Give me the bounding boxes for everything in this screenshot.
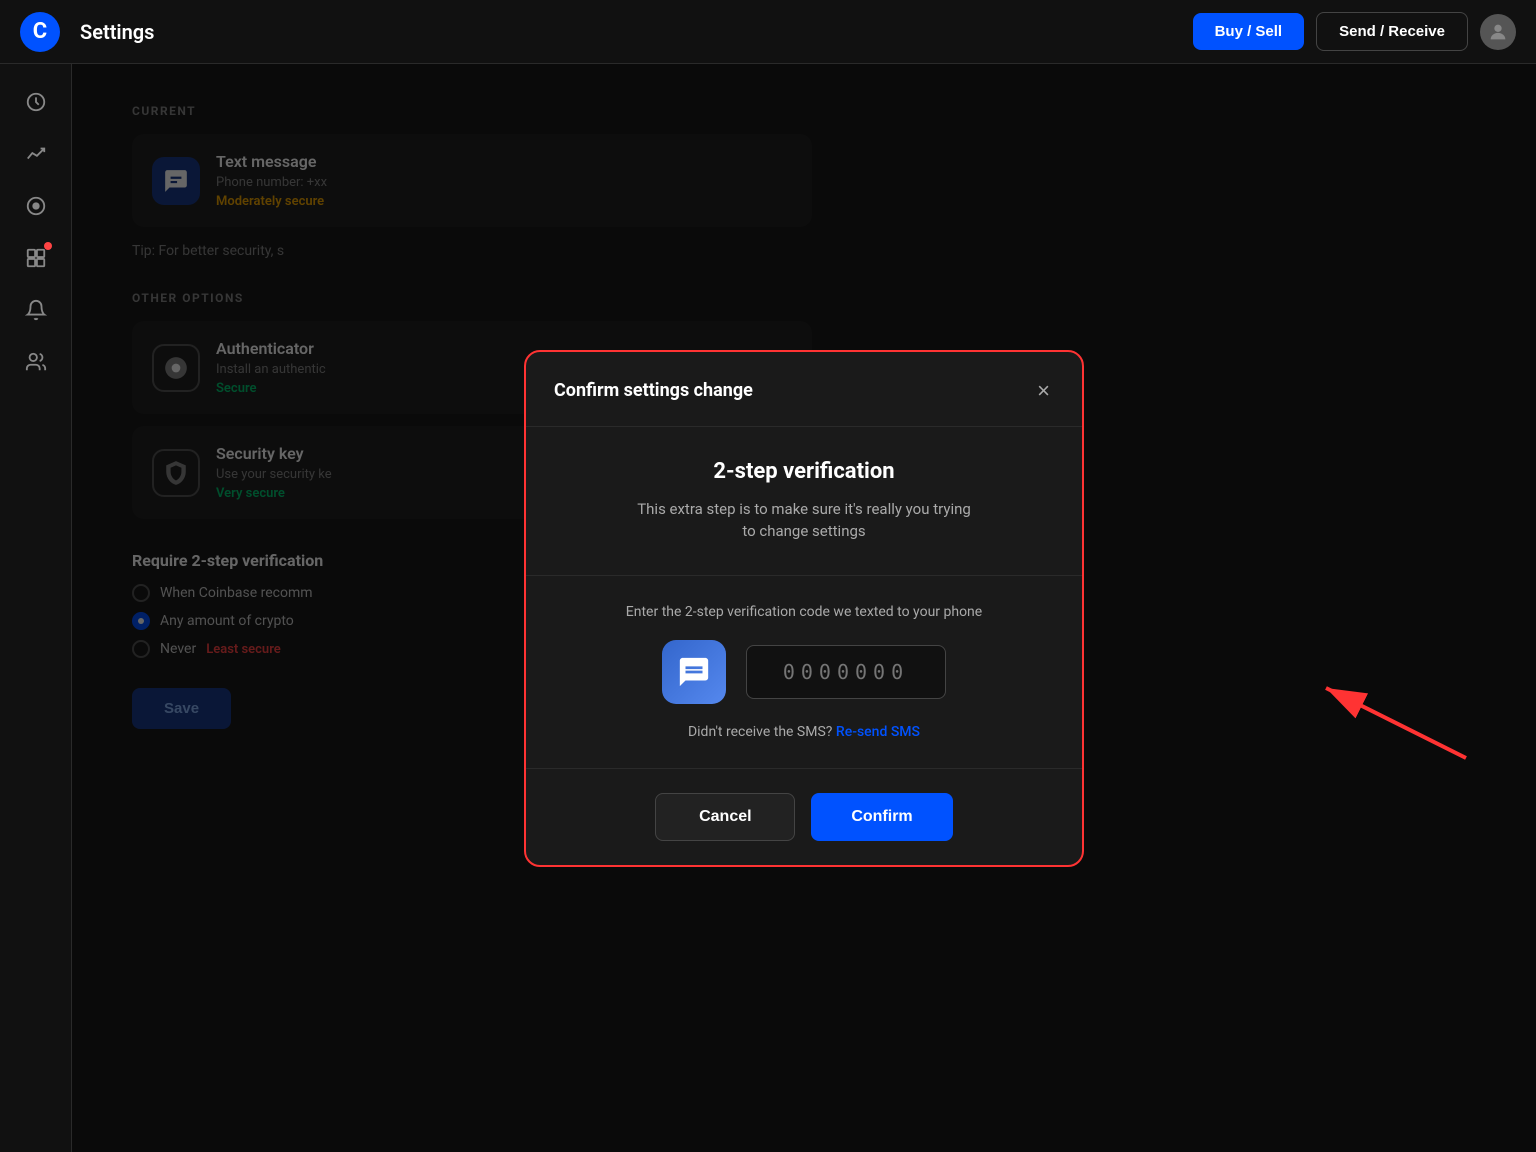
modal-footer: Cancel Confirm xyxy=(526,769,1082,865)
buy-sell-button[interactable]: Buy / Sell xyxy=(1193,13,1305,50)
send-receive-button[interactable]: Send / Receive xyxy=(1316,12,1468,51)
sidebar-item-gauge[interactable] xyxy=(14,184,58,228)
coinbase-logo: C xyxy=(20,12,60,52)
resend-link[interactable]: Re-send SMS xyxy=(836,724,920,740)
header: C Settings Buy / Sell Send / Receive xyxy=(0,0,1536,64)
page-title: Settings xyxy=(80,20,1193,44)
red-arrow-indicator xyxy=(1296,668,1476,772)
modal-step-title: 2-step verification xyxy=(554,459,1054,484)
avatar[interactable] xyxy=(1480,14,1516,50)
sidebar xyxy=(0,64,72,1152)
modal-step-desc: This extra step is to make sure it's rea… xyxy=(554,498,1054,543)
modal-body: 2-step verification This extra step is t… xyxy=(526,427,1082,576)
app-layout: CURRENT Text message Phone number: +xx M… xyxy=(0,64,1536,1152)
header-actions: Buy / Sell Send / Receive xyxy=(1193,12,1516,51)
modal-title: Confirm settings change xyxy=(554,380,753,401)
cancel-button[interactable]: Cancel xyxy=(655,793,795,841)
modal-code-section: Enter the 2-step verification code we te… xyxy=(526,576,1082,769)
modal-close-button[interactable]: × xyxy=(1033,376,1054,406)
resend-text: Didn't receive the SMS? xyxy=(688,724,832,740)
resend-row: Didn't receive the SMS? Re-send SMS xyxy=(554,724,1054,740)
sidebar-item-bell[interactable] xyxy=(14,288,58,332)
confirm-button[interactable]: Confirm xyxy=(811,793,952,841)
modal-code-row xyxy=(554,640,1054,704)
sms-icon xyxy=(662,640,726,704)
sidebar-item-clock[interactable] xyxy=(14,80,58,124)
main-content: CURRENT Text message Phone number: +xx M… xyxy=(72,64,1536,1152)
sidebar-item-dashboard[interactable] xyxy=(14,236,58,280)
modal-header: Confirm settings change × xyxy=(526,352,1082,427)
modal-overlay: Confirm settings change × 2-step verific… xyxy=(72,64,1536,1152)
verification-code-input[interactable] xyxy=(746,645,946,699)
modal-code-desc: Enter the 2-step verification code we te… xyxy=(554,604,1054,620)
sidebar-item-chart[interactable] xyxy=(14,132,58,176)
sidebar-item-user[interactable] xyxy=(14,340,58,384)
confirm-modal: Confirm settings change × 2-step verific… xyxy=(524,350,1084,867)
